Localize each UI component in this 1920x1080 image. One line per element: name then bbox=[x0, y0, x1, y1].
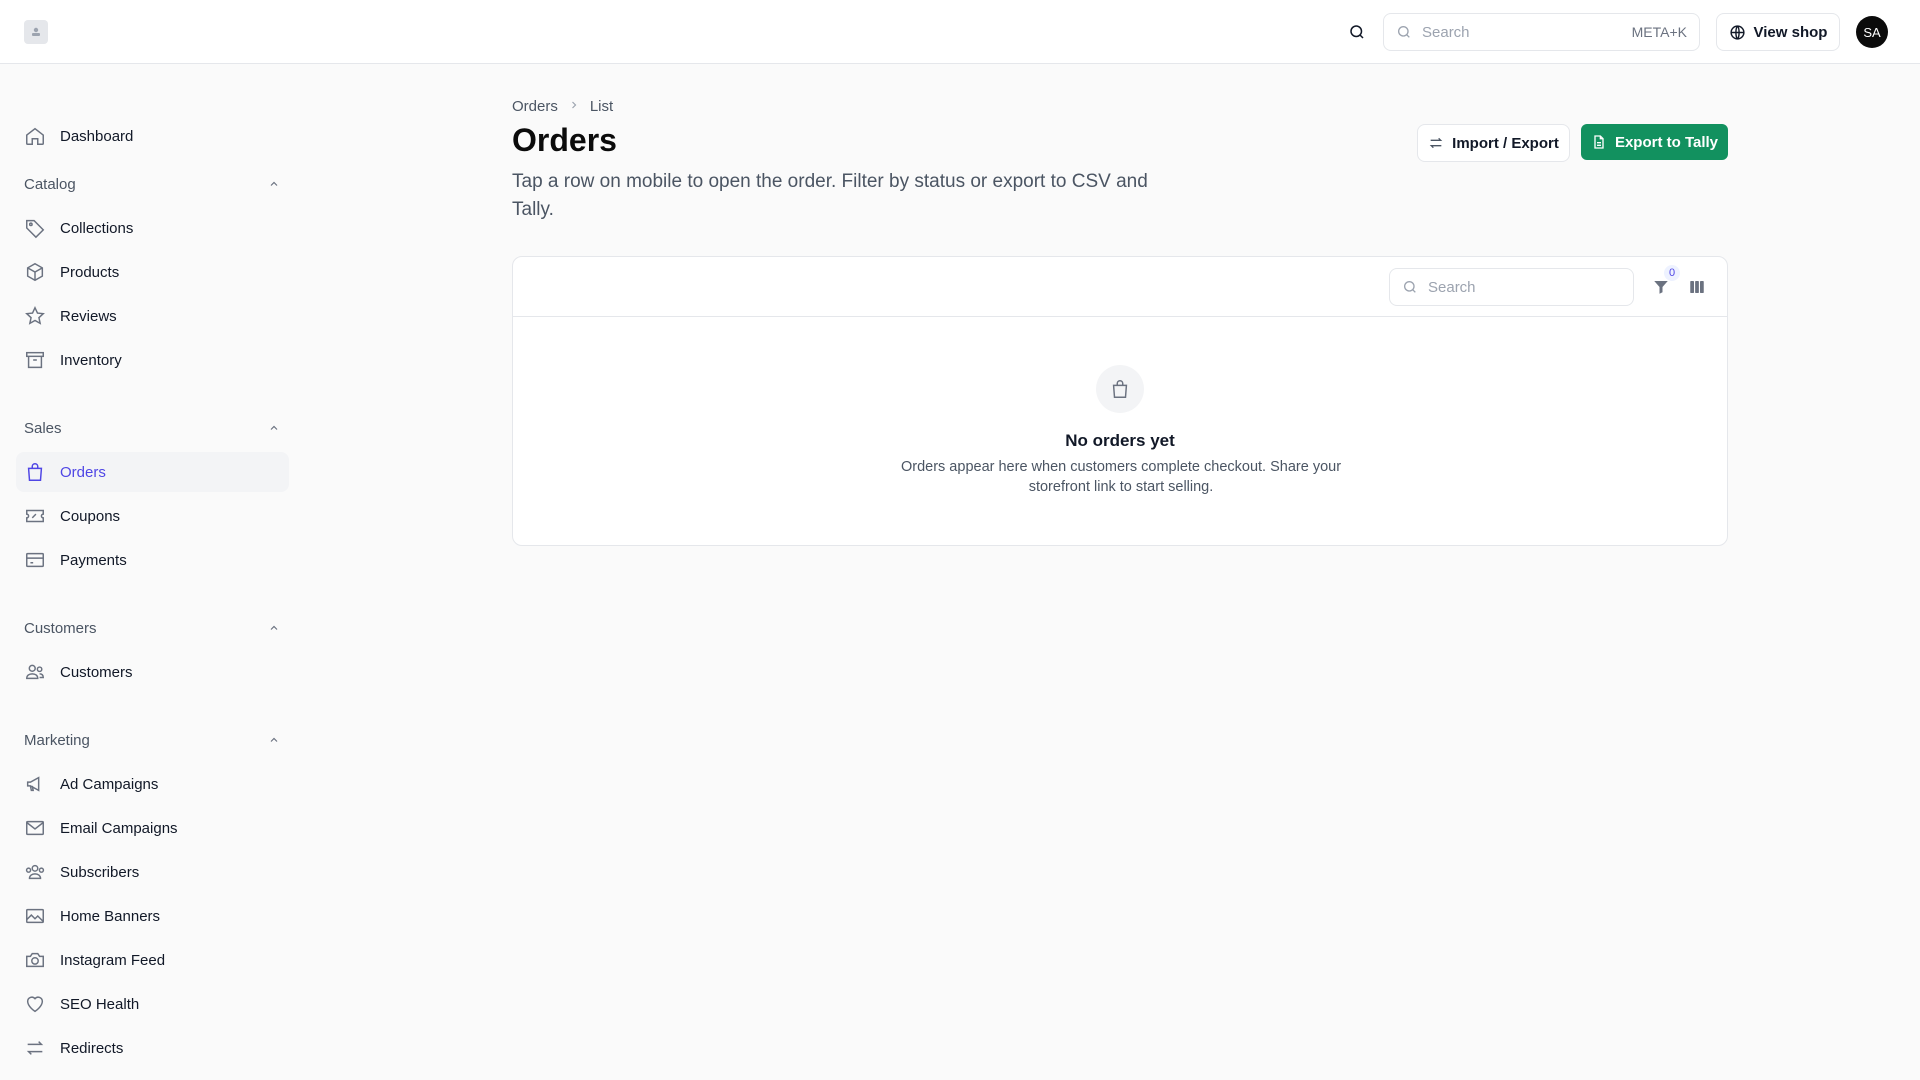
sidebar-item-label: Ad Campaigns bbox=[60, 775, 159, 793]
filter-count-badge: 0 bbox=[1664, 265, 1680, 281]
sidebar-item-customers[interactable]: Customers bbox=[16, 652, 289, 692]
sidebar-item-label: Collections bbox=[60, 219, 134, 237]
logo[interactable] bbox=[24, 20, 48, 44]
sidebar-item-label: Customers bbox=[60, 663, 133, 681]
breadcrumb: Orders List bbox=[512, 96, 613, 116]
section-header-marketing[interactable]: Marketing bbox=[24, 728, 281, 752]
orders-table: Search 0 No orders yet Orders appear her… bbox=[512, 256, 1728, 546]
document-icon bbox=[1594, 135, 1604, 149]
sidebar-item-products[interactable]: Products bbox=[16, 252, 289, 292]
section-header-customers[interactable]: Customers bbox=[24, 616, 281, 640]
sidebar-item-collections[interactable]: Collections bbox=[16, 208, 289, 248]
sidebar-item-ad-campaigns[interactable]: Ad Campaigns bbox=[16, 764, 289, 804]
sidebar-item-label: Payments bbox=[60, 551, 127, 569]
sidebar-item-orders[interactable]: Orders bbox=[16, 452, 289, 492]
import-export-button[interactable]: Import / Export bbox=[1417, 124, 1570, 162]
sidebar-item-label: Dashboard bbox=[60, 127, 134, 145]
global-search-input[interactable]: Search META+K bbox=[1383, 13, 1700, 51]
heart-icon bbox=[24, 993, 46, 1015]
sidebar-item-label: Redirects bbox=[60, 1039, 124, 1057]
image-icon bbox=[24, 905, 46, 927]
arrows-right-left-icon bbox=[24, 1037, 46, 1059]
arrows-right-left-icon bbox=[1429, 137, 1443, 149]
columns-icon bbox=[1690, 281, 1704, 293]
search-placeholder: Search bbox=[1422, 23, 1470, 41]
sidebar-item-label: Email Campaigns bbox=[60, 819, 178, 837]
search-icon bbox=[1398, 26, 1410, 38]
view-shop-label: View shop bbox=[1753, 23, 1828, 41]
sidebar-item-label: Orders bbox=[60, 463, 106, 481]
sidebar-item-email-campaigns[interactable]: Email Campaigns bbox=[16, 808, 289, 848]
page-title: Orders bbox=[512, 122, 617, 158]
sidebar-item-coupons[interactable]: Coupons bbox=[16, 496, 289, 536]
section-title: Catalog bbox=[24, 175, 76, 193]
export-to-tally-label: Export to Tally bbox=[1614, 133, 1719, 151]
breadcrumb-list: List bbox=[589, 97, 614, 115]
shopping-bag-icon bbox=[24, 461, 46, 483]
credit-card-icon bbox=[24, 549, 46, 571]
camera-icon bbox=[24, 949, 46, 971]
page-description: Tap a row on mobile to open the order. F… bbox=[512, 171, 1148, 220]
chevron-up-icon bbox=[267, 733, 281, 747]
columns-button[interactable] bbox=[1685, 275, 1709, 299]
search-icon bbox=[1404, 281, 1416, 293]
sidebar-item-label: SEO Health bbox=[60, 995, 140, 1013]
users-icon bbox=[24, 661, 46, 683]
star-icon bbox=[24, 305, 46, 327]
export-to-tally-button[interactable]: Export to Tally bbox=[1581, 124, 1728, 160]
user-group-icon bbox=[24, 861, 46, 883]
sidebar-item-payments[interactable]: Payments bbox=[16, 540, 289, 580]
cube-icon bbox=[24, 261, 46, 283]
search-shortcut: META+K bbox=[1631, 24, 1687, 40]
import-export-label: Import / Export bbox=[1452, 134, 1559, 152]
sidebar: Dashboard Catalog Collections Products R… bbox=[0, 64, 300, 1080]
sidebar-item-label: Inventory bbox=[60, 351, 122, 369]
archive-icon bbox=[24, 349, 46, 371]
section-header-catalog[interactable]: Catalog bbox=[24, 172, 281, 196]
chevron-right-icon bbox=[568, 98, 580, 115]
tag-icon bbox=[24, 217, 46, 239]
sidebar-item-dashboard[interactable]: Dashboard bbox=[16, 116, 289, 156]
megaphone-icon bbox=[24, 773, 46, 795]
home-icon bbox=[24, 125, 46, 147]
sidebar-item-reviews[interactable]: Reviews bbox=[16, 296, 289, 336]
view-shop-button[interactable]: View shop bbox=[1716, 13, 1840, 51]
sidebar-item-label: Coupons bbox=[60, 507, 121, 525]
top-bar: Search META+K View shop SA bbox=[0, 0, 1920, 64]
avatar[interactable]: SA bbox=[1856, 16, 1888, 48]
chevron-up-icon bbox=[267, 421, 281, 435]
section-title: Sales bbox=[24, 419, 62, 437]
table-search-input[interactable]: Search bbox=[1389, 268, 1634, 306]
empty-state-icon bbox=[1096, 365, 1144, 413]
shopping-bag-icon bbox=[1112, 380, 1128, 398]
sidebar-item-label: Subscribers bbox=[60, 863, 140, 881]
sidebar-item-redirects[interactable]: Redirects bbox=[16, 1028, 289, 1068]
sidebar-item-label: Products bbox=[60, 263, 120, 281]
filter-icon bbox=[1654, 281, 1668, 294]
mail-icon bbox=[24, 817, 46, 839]
table-search-placeholder: Search bbox=[1428, 278, 1476, 296]
sidebar-item-label: Home Banners bbox=[60, 907, 161, 925]
empty-state-description: Orders appear here when customers comple… bbox=[900, 459, 1342, 495]
empty-state-title: No orders yet bbox=[1065, 431, 1175, 450]
table-toolbar: Search 0 bbox=[513, 257, 1727, 317]
sidebar-item-instagram-feed[interactable]: Instagram Feed bbox=[16, 940, 289, 980]
sidebar-item-label: Instagram Feed bbox=[60, 951, 166, 969]
chevron-up-icon bbox=[267, 177, 281, 191]
section-title: Customers bbox=[24, 619, 97, 637]
sidebar-item-seo-health[interactable]: SEO Health bbox=[16, 984, 289, 1024]
sidebar-item-inventory[interactable]: Inventory bbox=[16, 340, 289, 380]
section-title: Marketing bbox=[24, 731, 90, 749]
section-header-sales[interactable]: Sales bbox=[24, 416, 281, 440]
sidebar-item-home-banners[interactable]: Home Banners bbox=[16, 896, 289, 936]
ticket-icon bbox=[24, 505, 46, 527]
chevron-up-icon bbox=[267, 621, 281, 635]
sidebar-item-label: Reviews bbox=[60, 307, 117, 325]
breadcrumb-orders[interactable]: Orders bbox=[512, 98, 558, 115]
logo-icon bbox=[32, 27, 40, 36]
globe-icon bbox=[1729, 24, 1745, 40]
sidebar-item-subscribers[interactable]: Subscribers bbox=[16, 852, 289, 892]
search-icon[interactable] bbox=[1346, 21, 1368, 43]
